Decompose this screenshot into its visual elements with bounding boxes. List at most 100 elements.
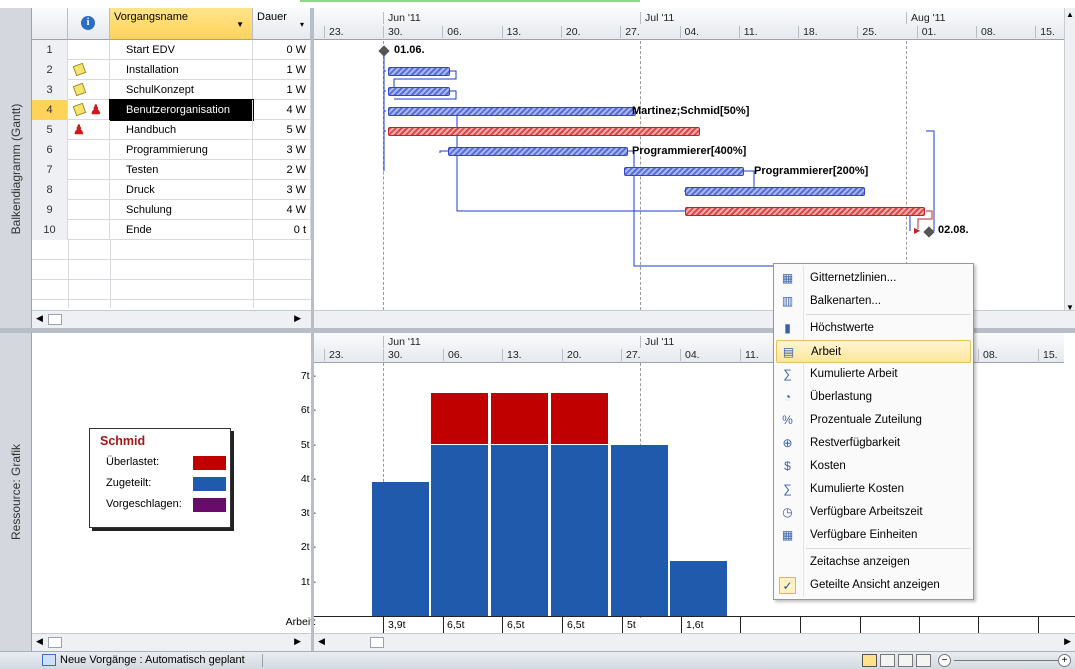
resource-horizontal-scrollbar[interactable]: ◀ ▶ [314,633,1075,651]
row-number[interactable]: 9 [32,200,68,220]
task-duration[interactable]: 0 W [253,40,311,60]
menu-item-checkmark[interactable]: ✓ Geteilte Ansicht anzeigen [776,574,971,597]
new-tasks-icon[interactable] [42,654,56,666]
bar-overallocated[interactable] [431,393,488,445]
task-name[interactable]: Start EDV [110,40,253,60]
task-duration[interactable]: 3 W [253,180,311,200]
task-name[interactable]: Benutzerorganisation [109,99,254,121]
task-duration[interactable]: 3 W [253,140,311,160]
zoom-slider[interactable] [954,660,1058,661]
view-gantt-icon[interactable] [880,654,895,667]
task-duration[interactable]: 0 t [253,220,311,240]
row-number[interactable]: 6 [32,140,68,160]
row-number[interactable]: 3 [32,80,68,100]
task-bar-testen[interactable] [624,167,744,176]
task-duration[interactable]: 1 W [253,60,311,80]
bar-assigned[interactable] [491,444,548,616]
task-duration[interactable]: 1 W [253,80,311,100]
view-task-usage-icon[interactable] [898,654,913,667]
task-bar-druck[interactable] [685,187,865,196]
gantt-side-tab[interactable]: Balkendiagramm (Gantt) [0,8,32,329]
scroll-thumb[interactable] [48,637,62,648]
menu-item-bar-styles[interactable]: ▥ Balkenarten... [776,290,971,313]
zoom-in-icon[interactable]: + [1058,654,1071,667]
bar-overallocated[interactable] [551,393,608,445]
task-duration[interactable]: 4 W [253,100,311,120]
bar-assigned[interactable] [611,444,668,616]
bar-assigned[interactable] [431,444,488,616]
task-name[interactable]: Installation [110,60,253,80]
scroll-right-icon[interactable]: ▶ [294,313,301,324]
task-row[interactable]: 10 Ende 0 t [32,220,311,240]
table-horizontal-scrollbar[interactable]: ◀ ▶ [32,310,311,328]
menu-item-remaining-availability[interactable]: ⊕ Restverfügbarkeit [776,432,971,455]
menu-item-work-availability[interactable]: ◷ Verfügbare Arbeitszeit [776,501,971,524]
row-number[interactable]: 8 [32,180,68,200]
row-number[interactable]: 4 [32,100,68,120]
menu-item-cumulative-work[interactable]: ∑ Kumulierte Arbeit [776,363,971,386]
task-row[interactable]: 5 ♟ Handbuch 5 W [32,120,311,140]
zoom-out-icon[interactable]: − [938,654,951,667]
task-name[interactable]: SchulKonzept [110,80,253,100]
menu-item-percent-allocation[interactable]: % Prozentuale Zuteilung [776,409,971,432]
menu-item-show-timeline[interactable]: Zeitachse anzeigen [776,551,971,574]
task-name[interactable]: Handbuch [110,120,253,140]
bar-assigned[interactable] [372,482,429,616]
scroll-thumb[interactable] [370,637,384,648]
task-name[interactable]: Druck [110,180,253,200]
task-bar-schulkonzept[interactable] [388,87,450,96]
scroll-left-icon[interactable]: ◀ [36,313,43,324]
task-duration[interactable]: 5 W [253,120,311,140]
task-row[interactable]: 7 Testen 2 W [32,160,311,180]
legend-horizontal-scrollbar[interactable]: ◀ ▶ [32,633,311,651]
task-duration[interactable]: 2 W [253,160,311,180]
row-number[interactable]: 2 [32,60,68,80]
menu-item-unit-availability[interactable]: ▦ Verfügbare Einheiten [776,524,971,547]
row-number[interactable]: 1 [32,40,68,60]
task-name[interactable]: Testen [110,160,253,180]
select-all-corner[interactable] [32,8,68,40]
task-bar-benutzerorganisation[interactable] [388,107,636,116]
task-bar-installation[interactable] [388,67,450,76]
task-row[interactable]: 6 Programmierung 3 W [32,140,311,160]
scroll-up-icon[interactable]: ▲ [1066,10,1074,19]
task-duration[interactable]: 4 W [253,200,311,220]
bar-overallocated[interactable] [491,393,548,445]
view-team-planner-icon[interactable] [916,654,931,667]
row-number[interactable]: 7 [32,160,68,180]
menu-item-overallocation[interactable]: ◔ Überlastung [776,386,971,409]
task-name[interactable]: Programmierung [110,140,253,160]
gantt-timescale[interactable]: Jun '11 Jul '11 Aug '11 23. 30. 06. 13. 20. 2… [314,8,1064,40]
row-number[interactable]: 10 [32,220,68,240]
menu-item-peak-units[interactable]: ▮ Höchstwerte [776,317,971,340]
menu-item-gridlines[interactable]: ▦ Gitternetzlinien... [776,267,971,290]
row-number[interactable]: 5 [32,120,68,140]
indicators-column-header[interactable]: i [68,8,110,40]
menu-item-cumulative-cost[interactable]: ∑ Kumulierte Kosten [776,478,971,501]
task-bar-schulung[interactable] [685,207,925,216]
duration-column-header[interactable]: Dauer ▾ [253,8,311,40]
task-name[interactable]: Ende [110,220,253,240]
duration-dropdown-icon[interactable]: ▾ [300,20,304,29]
bar-assigned[interactable] [551,444,608,616]
task-row[interactable]: 8 Druck 3 W [32,180,311,200]
resource-side-tab[interactable]: Ressource: Grafik [0,333,32,651]
task-name[interactable]: Schulung [110,200,253,220]
scroll-right-icon[interactable]: ▶ [294,636,301,647]
task-row[interactable]: 3 SchulKonzept 1 W [32,80,311,100]
view-normal-icon[interactable] [862,654,877,667]
menu-item-cost[interactable]: $ Kosten [776,455,971,478]
scroll-thumb[interactable] [48,314,62,325]
name-column-header[interactable]: Vorgangsname ▼ [110,8,253,40]
bar-assigned[interactable] [670,561,727,616]
task-row[interactable]: 2 Installation 1 W [32,60,311,80]
task-row[interactable]: 4 ♟ Benutzerorganisation 4 W [32,99,311,121]
scroll-left-icon[interactable]: ◀ [36,636,43,647]
scroll-right-icon[interactable]: ▶ [1064,636,1071,647]
new-tasks-mode[interactable]: Neue Vorgänge : Automatisch geplant [60,654,245,666]
task-row[interactable]: 9 Schulung 4 W [32,200,311,220]
filter-dropdown-icon[interactable]: ▼ [236,20,244,29]
scroll-left-icon[interactable]: ◀ [318,636,325,647]
menu-item-work[interactable]: ▤ Arbeit [776,340,971,363]
task-row[interactable]: 1 Start EDV 0 W [32,40,311,60]
